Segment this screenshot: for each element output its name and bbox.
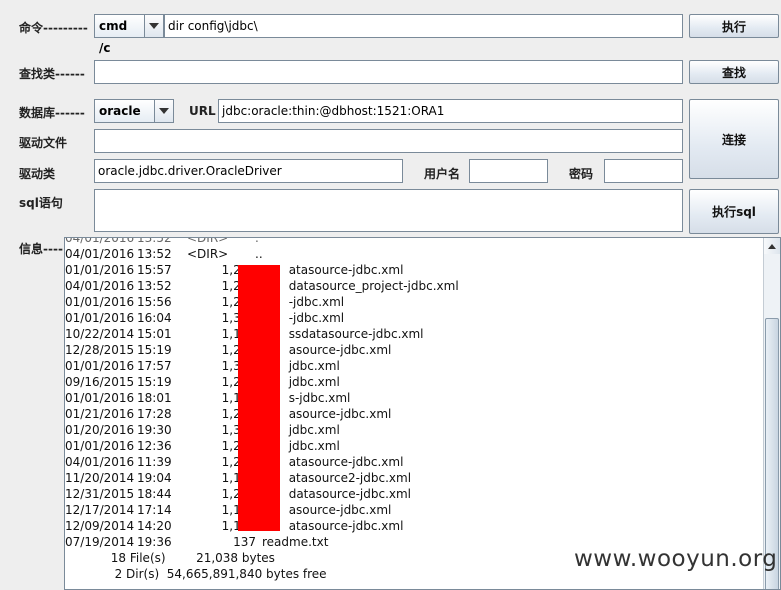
chevron-up-icon [768, 243, 776, 249]
watermark: www.wooyun.org [574, 546, 778, 572]
username-label: 用户名 [424, 167, 461, 181]
connect-button[interactable]: 连接 [689, 99, 779, 179]
list-item: 01/01/201617:571,304 jdbc.xml [65, 359, 340, 373]
find-button[interactable]: 查找 [689, 60, 779, 84]
list-item: 11/20/201419:041,189 atasource2-jdbc.xml [65, 471, 412, 485]
chevron-down-icon[interactable] [144, 15, 163, 37]
driver-file-label: 驱动文件 [19, 136, 68, 150]
list-item: 09/16/201515:191,227 jdbc.xml [65, 375, 340, 389]
list-item: 12/31/201518:441,229 datasource-jdbc.xml [65, 487, 412, 501]
sql-label: sql语句 [19, 196, 63, 210]
username-input[interactable] [469, 159, 548, 183]
scroll-up-button[interactable] [764, 238, 780, 254]
list-item: 04/01/201611:391,224 atasource-jdbc.xml [65, 455, 404, 469]
find-class-input[interactable] [94, 60, 683, 84]
command-shell-value: cmd /c [99, 19, 128, 55]
command-input[interactable]: dir config\jdbc\ [164, 14, 683, 38]
list-item: 01/01/201615:571,240 atasource-jdbc.xml [65, 263, 404, 277]
database-label: 数据库------ [19, 106, 85, 120]
driver-file-input[interactable] [94, 129, 683, 153]
execute-button[interactable]: 执行 [689, 14, 779, 38]
password-label: 密码 [569, 167, 594, 181]
database-type-value: oracle [99, 104, 141, 118]
url-input[interactable]: jdbc:oracle:thin:@dbhost:1521:ORA1 [218, 99, 683, 123]
output-lines: 04/01/2016 13:52 <DIR>. 04/01/2016 13:52 <DI… [65, 237, 760, 582]
chevron-down-icon[interactable] [154, 100, 173, 122]
url-label: URL [189, 104, 216, 118]
list-item: 12/17/201417:141,187 asource-jdbc.xml [65, 503, 392, 517]
command-label: 命令--------- [19, 21, 88, 35]
list-item: 01/01/201615:561,224 -jdbc.xml [65, 295, 345, 309]
vertical-scrollbar[interactable] [763, 238, 780, 589]
command-shell-combo[interactable]: cmd /c [94, 14, 164, 55]
list-item: 10/22/201415:011,192 ssdatasource-jdbc.x… [65, 327, 424, 341]
list-item: 04/01/2016 13:52 <DIR>. [65, 237, 259, 245]
list-item: 01/01/201616:041,304 -jdbc.xml [65, 311, 345, 325]
driver-class-label: 驱动类 [19, 167, 56, 181]
database-type-combo[interactable]: oracle [94, 99, 174, 123]
list-item: 01/21/201617:281,203 asource-jdbc.xml [65, 407, 392, 421]
driver-class-input[interactable]: oracle.jdbc.driver.OracleDriver [94, 159, 403, 183]
list-item: 12/28/201515:191,225 asource-jdbc.xml [65, 343, 392, 357]
redaction-block [238, 265, 280, 531]
output-panel[interactable]: 04/01/2016 13:52 <DIR>. 04/01/2016 13:52 <DI… [64, 237, 781, 590]
find-class-label: 查找类------ [19, 67, 85, 81]
list-item: 04/01/201613:521,220 datasource_project-… [65, 279, 459, 293]
sql-input[interactable] [94, 189, 683, 232]
list-item: 01/20/201619:301,304 jdbc.xml [65, 423, 340, 437]
info-label: 信息---- [19, 242, 63, 256]
list-item: 01/01/201612:361,254 jdbc.xml [65, 439, 340, 453]
list-item: 01/01/201618:011,189 s-jdbc.xml [65, 391, 351, 405]
list-item: 04/01/2016 13:52 <DIR>.. [65, 247, 263, 261]
list-item: 12/09/201414:201,186 atasource-jdbc.xml [65, 519, 404, 533]
execute-sql-button[interactable]: 执行sql [689, 189, 779, 234]
password-input[interactable] [604, 159, 683, 183]
